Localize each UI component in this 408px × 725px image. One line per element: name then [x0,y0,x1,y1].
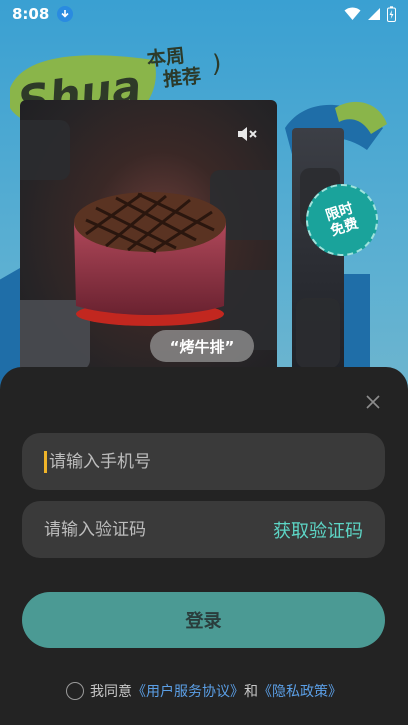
keycap [296,298,340,368]
agreement-row: 我同意 《用户服务协议》 和 《隐私政策》 [0,681,408,701]
battery-icon [387,6,396,22]
phone-input[interactable] [49,451,363,472]
video-caption: “烤牛排” [150,330,254,362]
mute-icon [238,127,257,141]
promo-headline: 本周 推荐 [146,43,202,92]
phone-field[interactable] [22,433,385,490]
video-card[interactable]: “烤牛排” [20,100,277,388]
status-time: 8:08 [12,5,50,23]
headline-paren: ) [212,50,222,78]
text-caret [44,450,47,473]
headline-line2: 推荐 [162,65,203,92]
terms-link[interactable]: 《用户服务协议》 [132,681,244,701]
download-icon [57,6,74,22]
signal-icon [368,8,380,20]
code-field[interactable]: 获取验证码 [22,501,385,558]
status-bar: 8:08 [0,0,408,28]
close-button[interactable] [362,391,384,413]
code-input[interactable] [44,519,273,540]
agree-prefix: 我同意 [90,684,132,700]
keycap [20,120,70,180]
promo-banner[interactable]: Shua NEW 本周 推荐 ) [0,28,408,388]
wifi-icon [344,7,361,20]
steak-image [74,192,226,326]
status-icons [344,6,396,22]
agree-checkbox[interactable] [66,682,84,700]
next-video-card[interactable] [292,128,344,388]
login-sheet: 获取验证码 登录 我同意 《用户服务协议》 和 《隐私政策》 [0,367,408,725]
close-icon [366,395,380,409]
get-code-button[interactable]: 获取验证码 [273,517,363,543]
privacy-link[interactable]: 《隐私政策》 [258,681,342,701]
mute-button[interactable] [231,118,263,150]
and-text: 和 [244,684,258,700]
login-button[interactable]: 登录 [22,592,385,648]
